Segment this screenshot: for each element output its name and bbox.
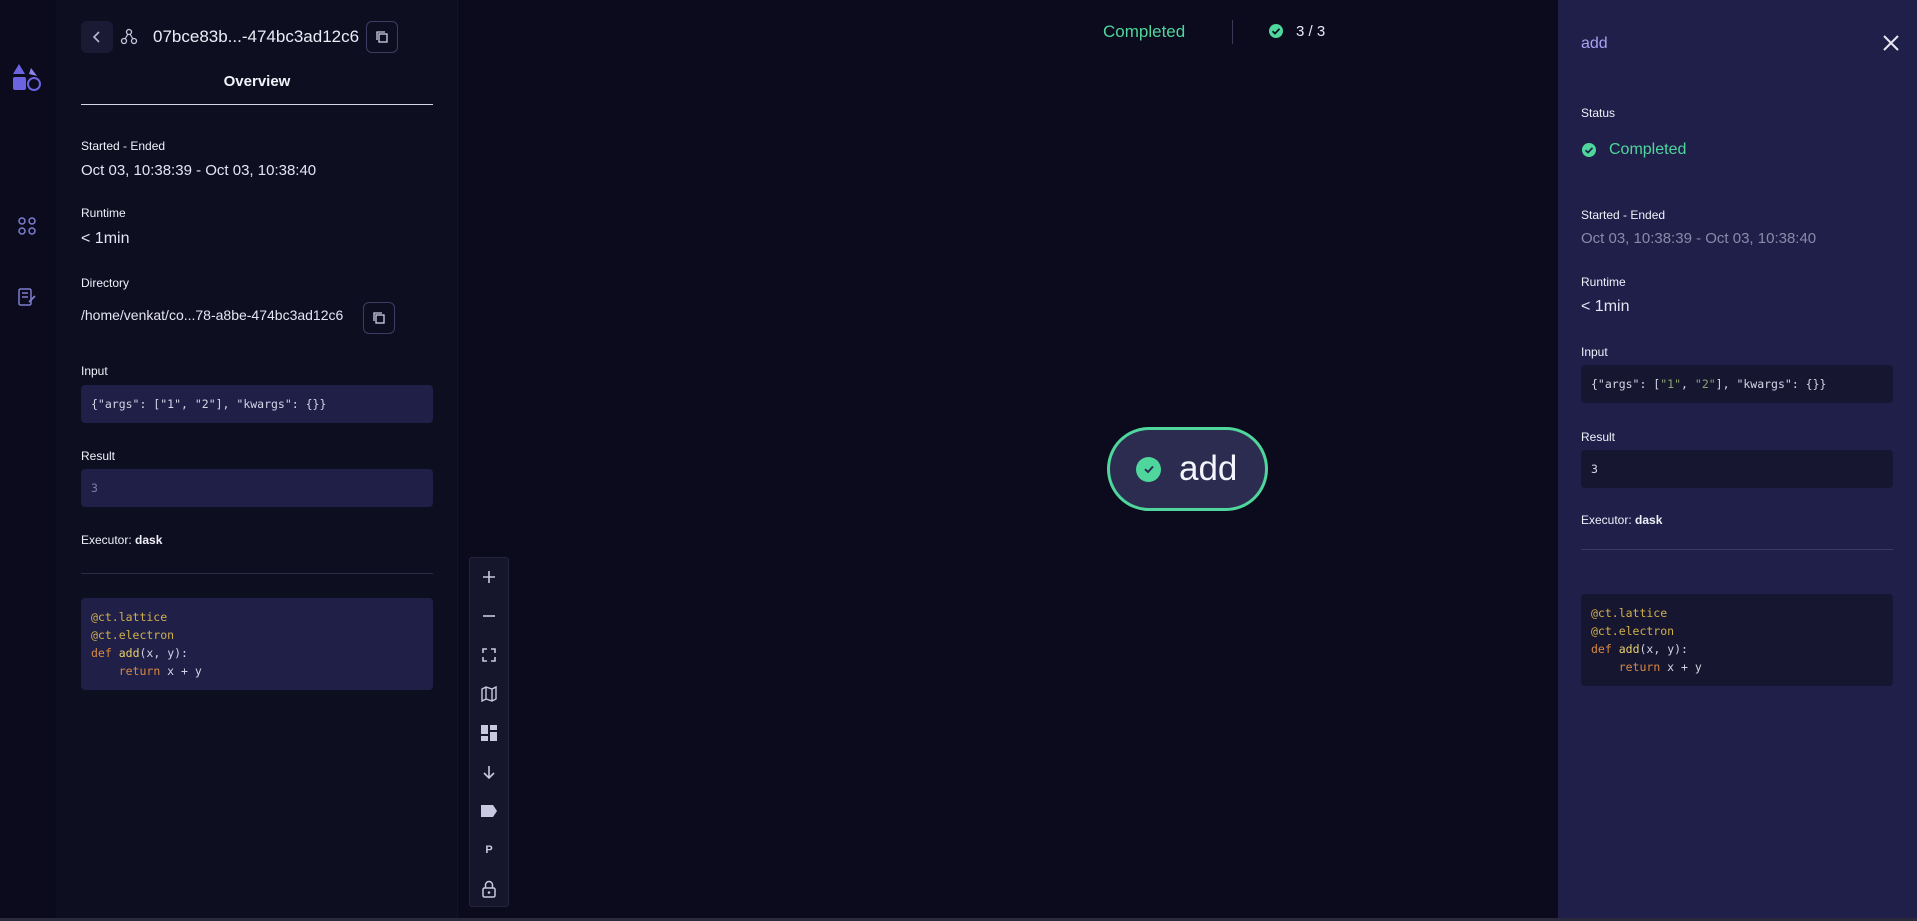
runtime-value: < 1min [1581, 298, 1630, 315]
lock-icon [482, 880, 496, 898]
status-value: Completed [1609, 141, 1687, 158]
tab-underline [81, 104, 433, 105]
copy-dispatch-id-button[interactable] [366, 21, 398, 53]
tab-overview[interactable]: Overview [81, 73, 433, 90]
covalent-logo-icon[interactable] [12, 62, 42, 92]
dispatch-status: Completed [1103, 22, 1186, 41]
lock-button[interactable] [470, 870, 508, 908]
code-line: return x + y [1618, 660, 1702, 674]
label-icon [481, 805, 497, 817]
layout-button[interactable] [470, 714, 508, 752]
dashboard-icon[interactable] [17, 216, 37, 236]
started-ended-label: Started - Ended [1581, 208, 1666, 222]
close-icon[interactable] [1881, 33, 1901, 53]
direction-button[interactable] [470, 753, 508, 791]
logs-icon[interactable] [17, 287, 37, 307]
result-code: 3 [91, 481, 98, 495]
lattice-header: 07bce83b...-474bc3ad12c6 [81, 21, 433, 53]
directory-value: /home/venkat/co...78-a8be-474bc3ad12c6 [81, 307, 344, 323]
input-code-block: {"args": ["1", "2"], "kwargs": {}} [81, 385, 433, 423]
input-code: {"args": ["1", "2"], "kwargs": {}} [1591, 377, 1827, 391]
parameters-button[interactable]: P [470, 831, 508, 869]
code-line: def add(x, y): [91, 646, 188, 660]
arrow-down-icon [483, 766, 495, 780]
section-divider [81, 573, 433, 574]
code-line: def add(x, y): [1591, 642, 1688, 656]
copy-icon [373, 312, 385, 324]
fullscreen-icon [482, 648, 496, 662]
zoom-out-button[interactable] [470, 597, 508, 635]
code-line: @ct.electron [91, 628, 175, 642]
executor-label: Executor: [81, 533, 132, 547]
result-label: Result [1581, 430, 1616, 444]
zoom-in-button[interactable] [470, 558, 508, 596]
executor-value: dask [135, 533, 163, 547]
runtime-value: < 1min [81, 230, 130, 247]
directory-label: Directory [81, 276, 130, 290]
dashboard-layout-icon [481, 725, 497, 741]
check-circle-icon [1269, 24, 1283, 38]
check-circle-icon [1136, 456, 1161, 482]
input-label: Input [81, 364, 108, 378]
code-line: @ct.electron [1591, 624, 1675, 638]
map-icon [481, 685, 497, 703]
dispatch-id: 07bce83b...-474bc3ad12c6 [153, 27, 360, 46]
code-line: @ct.lattice [91, 610, 168, 624]
app-root: 07bce83b...-474bc3ad12c6 Overview Starte… [0, 0, 1917, 921]
executor-row: Executor: dask [81, 533, 162, 547]
drawer-title: add [1581, 35, 1608, 52]
started-ended-label: Started - Ended [81, 139, 166, 153]
nav-rail [0, 0, 56, 918]
fit-view-button[interactable] [470, 636, 508, 674]
graph-toolbar: P [469, 557, 509, 907]
runtime-label: Runtime [81, 206, 126, 220]
graph-canvas[interactable] [458, 0, 1558, 918]
progress-count: 3 / 3 [1296, 23, 1326, 40]
plus-icon [483, 571, 495, 583]
input-code: {"args": ["1", "2"], "kwargs": {}} [91, 397, 327, 411]
section-divider [1581, 549, 1893, 550]
result-code-block: 3 [81, 469, 433, 507]
result-label: Result [81, 449, 116, 463]
input-code-block: {"args": ["1", "2"], "kwargs": {}} [1581, 365, 1893, 403]
minimap-button[interactable] [470, 675, 508, 713]
back-button[interactable] [81, 21, 113, 53]
labels-button[interactable] [470, 792, 508, 830]
executor-row: Executor: dask [1581, 513, 1662, 527]
minus-icon [483, 615, 495, 617]
copy-icon [376, 31, 388, 43]
result-code: 3 [1591, 462, 1598, 476]
function-code-block: @ct.lattice @ct.electron def add(x, y): … [1581, 594, 1893, 686]
network-icon [120, 28, 138, 45]
started-ended-value: Oct 03, 10:38:39 - Oct 03, 10:38:40 [81, 162, 317, 179]
started-ended-value: Oct 03, 10:38:39 - Oct 03, 10:38:40 [1581, 230, 1817, 247]
check-circle-icon [1582, 143, 1596, 157]
graph-node-add[interactable]: add [1107, 427, 1268, 511]
runtime-label: Runtime [1581, 275, 1626, 289]
input-label: Input [1581, 345, 1608, 359]
electron-drawer: add Status Completed Started - Ended Oct… [1558, 0, 1917, 918]
code-line: return x + y [118, 664, 202, 678]
function-code-block: @ct.lattice @ct.electron def add(x, y): … [81, 598, 433, 690]
code-line: @ct.lattice [1591, 606, 1668, 620]
executor-value: dask [1635, 513, 1663, 527]
lattice-sidebar: 07bce83b...-474bc3ad12c6 Overview Starte… [56, 0, 458, 918]
status-separator [1232, 20, 1233, 44]
status-label: Status [1581, 106, 1616, 120]
executor-label: Executor: [1581, 513, 1632, 527]
chevron-left-icon [92, 31, 100, 43]
node-label: add [1179, 449, 1238, 488]
copy-directory-button[interactable] [363, 302, 395, 334]
result-code-block: 3 [1581, 450, 1893, 488]
